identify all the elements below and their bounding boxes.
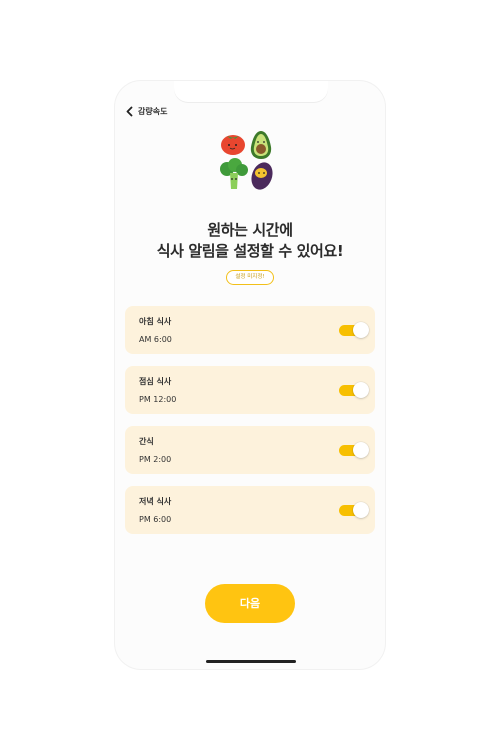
back-button[interactable]: 감량속도	[125, 104, 167, 118]
breakfast-toggle[interactable]	[339, 322, 369, 338]
meal-label: 저녁 식사	[139, 497, 172, 506]
meal-time[interactable]: PM 2:00	[139, 455, 171, 464]
home-indicator	[206, 660, 296, 663]
chevron-left-icon	[126, 106, 133, 116]
headline-line-2: 식사 알림을 설정할 수 있어요!	[156, 242, 344, 260]
meal-card-lunch: 점심 식사 PM 12:00	[125, 366, 375, 414]
headline-line-1: 원하는 시간에	[207, 221, 293, 239]
meal-label: 아침 식사	[139, 317, 172, 326]
meal-card-breakfast: 아침 식사 AM 6:00	[125, 306, 375, 354]
meal-time[interactable]: PM 6:00	[139, 515, 171, 524]
next-button[interactable]: 다음	[205, 584, 295, 623]
back-label: 감량속도	[138, 106, 168, 116]
tomato-icon	[221, 135, 245, 155]
meal-time[interactable]: PM 12:00	[139, 395, 176, 404]
meal-card-dinner: 저녁 식사 PM 6:00	[125, 486, 375, 534]
vegetables-illustration	[220, 131, 273, 190]
meal-card-snack: 간식 PM 2:00	[125, 426, 375, 474]
toggle-knob	[353, 322, 369, 338]
meal-label: 간식	[139, 437, 154, 446]
broccoli-icon	[220, 158, 248, 189]
device-notch	[174, 81, 328, 102]
phone-screen: 감량속도 원하는 시간에 식사 알림을 설정할 수 있어요! 설정 미지정! 아…	[115, 81, 385, 669]
meal-time[interactable]: AM 6:00	[139, 335, 172, 344]
sweet-potato-icon	[251, 162, 273, 190]
toggle-knob	[353, 502, 369, 518]
meal-label: 점심 식사	[139, 377, 172, 386]
avocado-icon	[250, 131, 272, 159]
toggle-knob	[353, 442, 369, 458]
dinner-toggle[interactable]	[339, 502, 369, 518]
snack-toggle[interactable]	[339, 442, 369, 458]
skip-button[interactable]: 설정 미지정!	[226, 270, 274, 285]
toggle-knob	[353, 382, 369, 398]
lunch-toggle[interactable]	[339, 382, 369, 398]
